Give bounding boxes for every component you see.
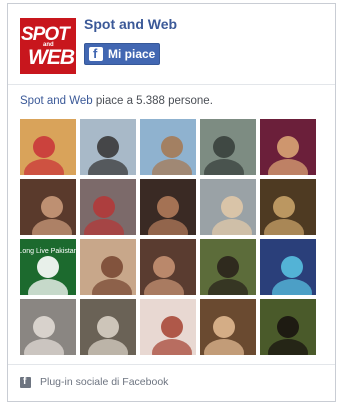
fan-avatar[interactable] <box>80 299 136 355</box>
divider <box>8 364 335 365</box>
fan-avatar[interactable] <box>200 179 256 235</box>
like-button-label: Mi piace <box>108 47 156 61</box>
fan-avatar[interactable] <box>200 299 256 355</box>
facebook-icon <box>89 46 103 61</box>
facebook-page-plugin: SPOT and WEB Spot and Web Mi piace Spot … <box>7 3 336 402</box>
footer-label[interactable]: Plug-in sociale di Facebook <box>40 376 168 388</box>
fan-avatar[interactable] <box>260 299 316 355</box>
page-logo[interactable]: SPOT and WEB <box>20 18 76 74</box>
fan-avatar[interactable] <box>260 179 316 235</box>
page-name-link[interactable]: Spot and Web <box>84 16 177 32</box>
fan-avatar[interactable] <box>80 179 136 235</box>
likes-count: Spot and Web piace a 5.388 persone. <box>20 95 213 107</box>
avatar-caption: Long Live Pakistan <box>20 248 76 255</box>
fan-avatar[interactable] <box>140 299 196 355</box>
fan-avatar[interactable] <box>260 239 316 295</box>
likes-text: piace a 5.388 persone. <box>95 95 213 107</box>
fan-avatar[interactable] <box>140 239 196 295</box>
facebook-icon <box>20 376 31 388</box>
fan-avatar[interactable] <box>20 299 76 355</box>
fan-avatar[interactable] <box>80 239 136 295</box>
fan-avatar[interactable] <box>200 239 256 295</box>
likes-page-name[interactable]: Spot and Web <box>20 95 93 107</box>
fan-avatar[interactable] <box>20 119 76 175</box>
plugin-footer: Plug-in sociale di Facebook <box>20 376 168 388</box>
fan-avatar[interactable] <box>200 119 256 175</box>
divider <box>8 84 335 85</box>
fan-faces-grid: Long Live Pakistan <box>20 119 324 355</box>
fan-avatar[interactable] <box>140 119 196 175</box>
fan-avatar[interactable] <box>80 119 136 175</box>
fan-avatar[interactable] <box>260 119 316 175</box>
logo-text-bottom: WEB <box>28 46 75 69</box>
fan-avatar[interactable]: Long Live Pakistan <box>20 239 76 295</box>
like-button[interactable]: Mi piace <box>84 43 160 65</box>
fan-avatar[interactable] <box>20 179 76 235</box>
fan-avatar[interactable] <box>140 179 196 235</box>
